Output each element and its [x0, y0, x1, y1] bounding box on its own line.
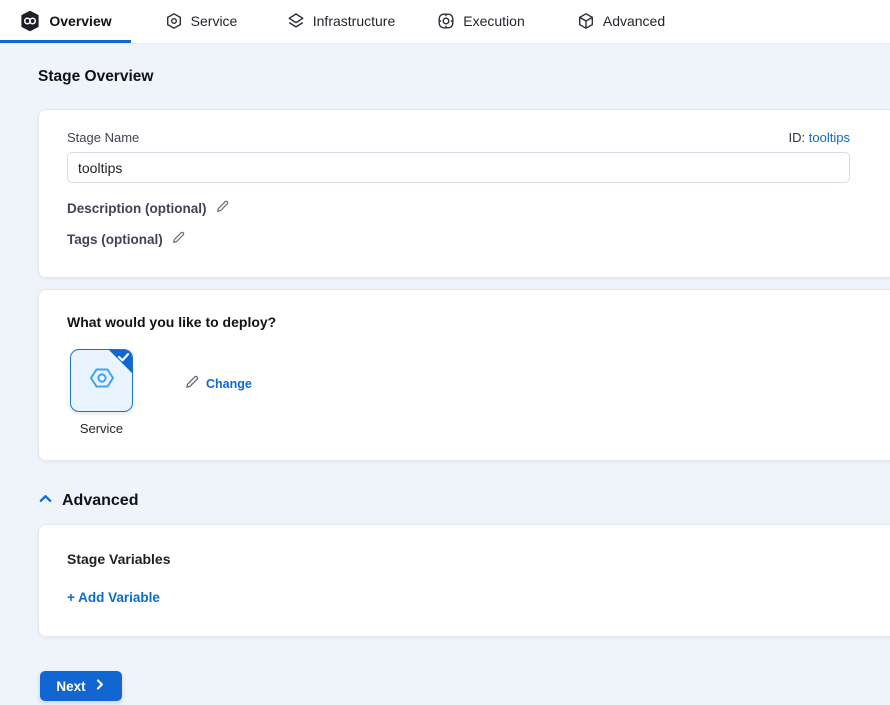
tags-label: Tags (optional): [67, 232, 163, 247]
edit-pencil-icon: [172, 231, 185, 247]
service-icon: [165, 12, 183, 30]
execution-icon: [437, 12, 455, 30]
advanced-section-toggle[interactable]: Advanced: [38, 491, 890, 511]
stage-id-value-link[interactable]: tooltips: [809, 130, 850, 145]
tags-toggle[interactable]: Tags (optional): [67, 231, 890, 247]
stage-id-label: ID:: [789, 130, 806, 145]
page-title: Stage Overview: [38, 68, 890, 86]
tab-overview-label: Overview: [49, 13, 111, 29]
stage-variables-title: Stage Variables: [67, 551, 890, 567]
stage-id: ID: tooltips: [789, 130, 850, 145]
deploy-type-label: Service: [70, 421, 133, 436]
stage-overview-card: Stage Name ID: tooltips Description (opt…: [38, 109, 890, 278]
description-toggle[interactable]: Description (optional): [67, 200, 890, 216]
tab-advanced[interactable]: Advanced: [551, 0, 691, 43]
next-button[interactable]: Next: [40, 671, 122, 701]
stage-name-label: Stage Name: [67, 130, 139, 145]
tab-service-label: Service: [191, 13, 238, 29]
edit-pencil-icon: [216, 200, 229, 216]
stage-overview-panel: Stage Overview Stage Name ID: tooltips D…: [0, 44, 890, 701]
description-label: Description (optional): [67, 201, 207, 216]
deploy-question: What would you like to deploy?: [67, 314, 890, 330]
tab-infrastructure-label: Infrastructure: [313, 13, 395, 29]
tab-service[interactable]: Service: [131, 0, 271, 43]
advanced-icon: [577, 12, 595, 30]
change-deploy-type-button[interactable]: Change: [185, 375, 252, 392]
tab-execution[interactable]: Execution: [411, 0, 551, 43]
tab-advanced-label: Advanced: [603, 13, 665, 29]
deploy-type-card: What would you like to deploy?: [38, 289, 890, 461]
infrastructure-icon: [287, 12, 305, 30]
pipeline-stage-icon: [19, 10, 41, 32]
stage-tabbar: Overview Service Infrastructure: [0, 0, 890, 44]
tab-infrastructure[interactable]: Infrastructure: [271, 0, 411, 43]
tab-overview[interactable]: Overview: [0, 0, 131, 43]
chevron-right-icon: [93, 678, 106, 694]
selected-checkmark-icon: [108, 349, 133, 374]
add-variable-button[interactable]: + Add Variable: [67, 590, 160, 605]
advanced-section-title: Advanced: [62, 492, 138, 510]
change-label: Change: [206, 377, 252, 391]
edit-pencil-icon: [185, 375, 199, 392]
tab-execution-label: Execution: [463, 13, 524, 29]
service-type-tile[interactable]: [70, 349, 133, 412]
next-button-label: Next: [56, 679, 85, 694]
stage-variables-card: Stage Variables + Add Variable: [38, 524, 890, 637]
stage-name-input[interactable]: [67, 152, 850, 183]
chevron-up-icon: [38, 491, 53, 511]
